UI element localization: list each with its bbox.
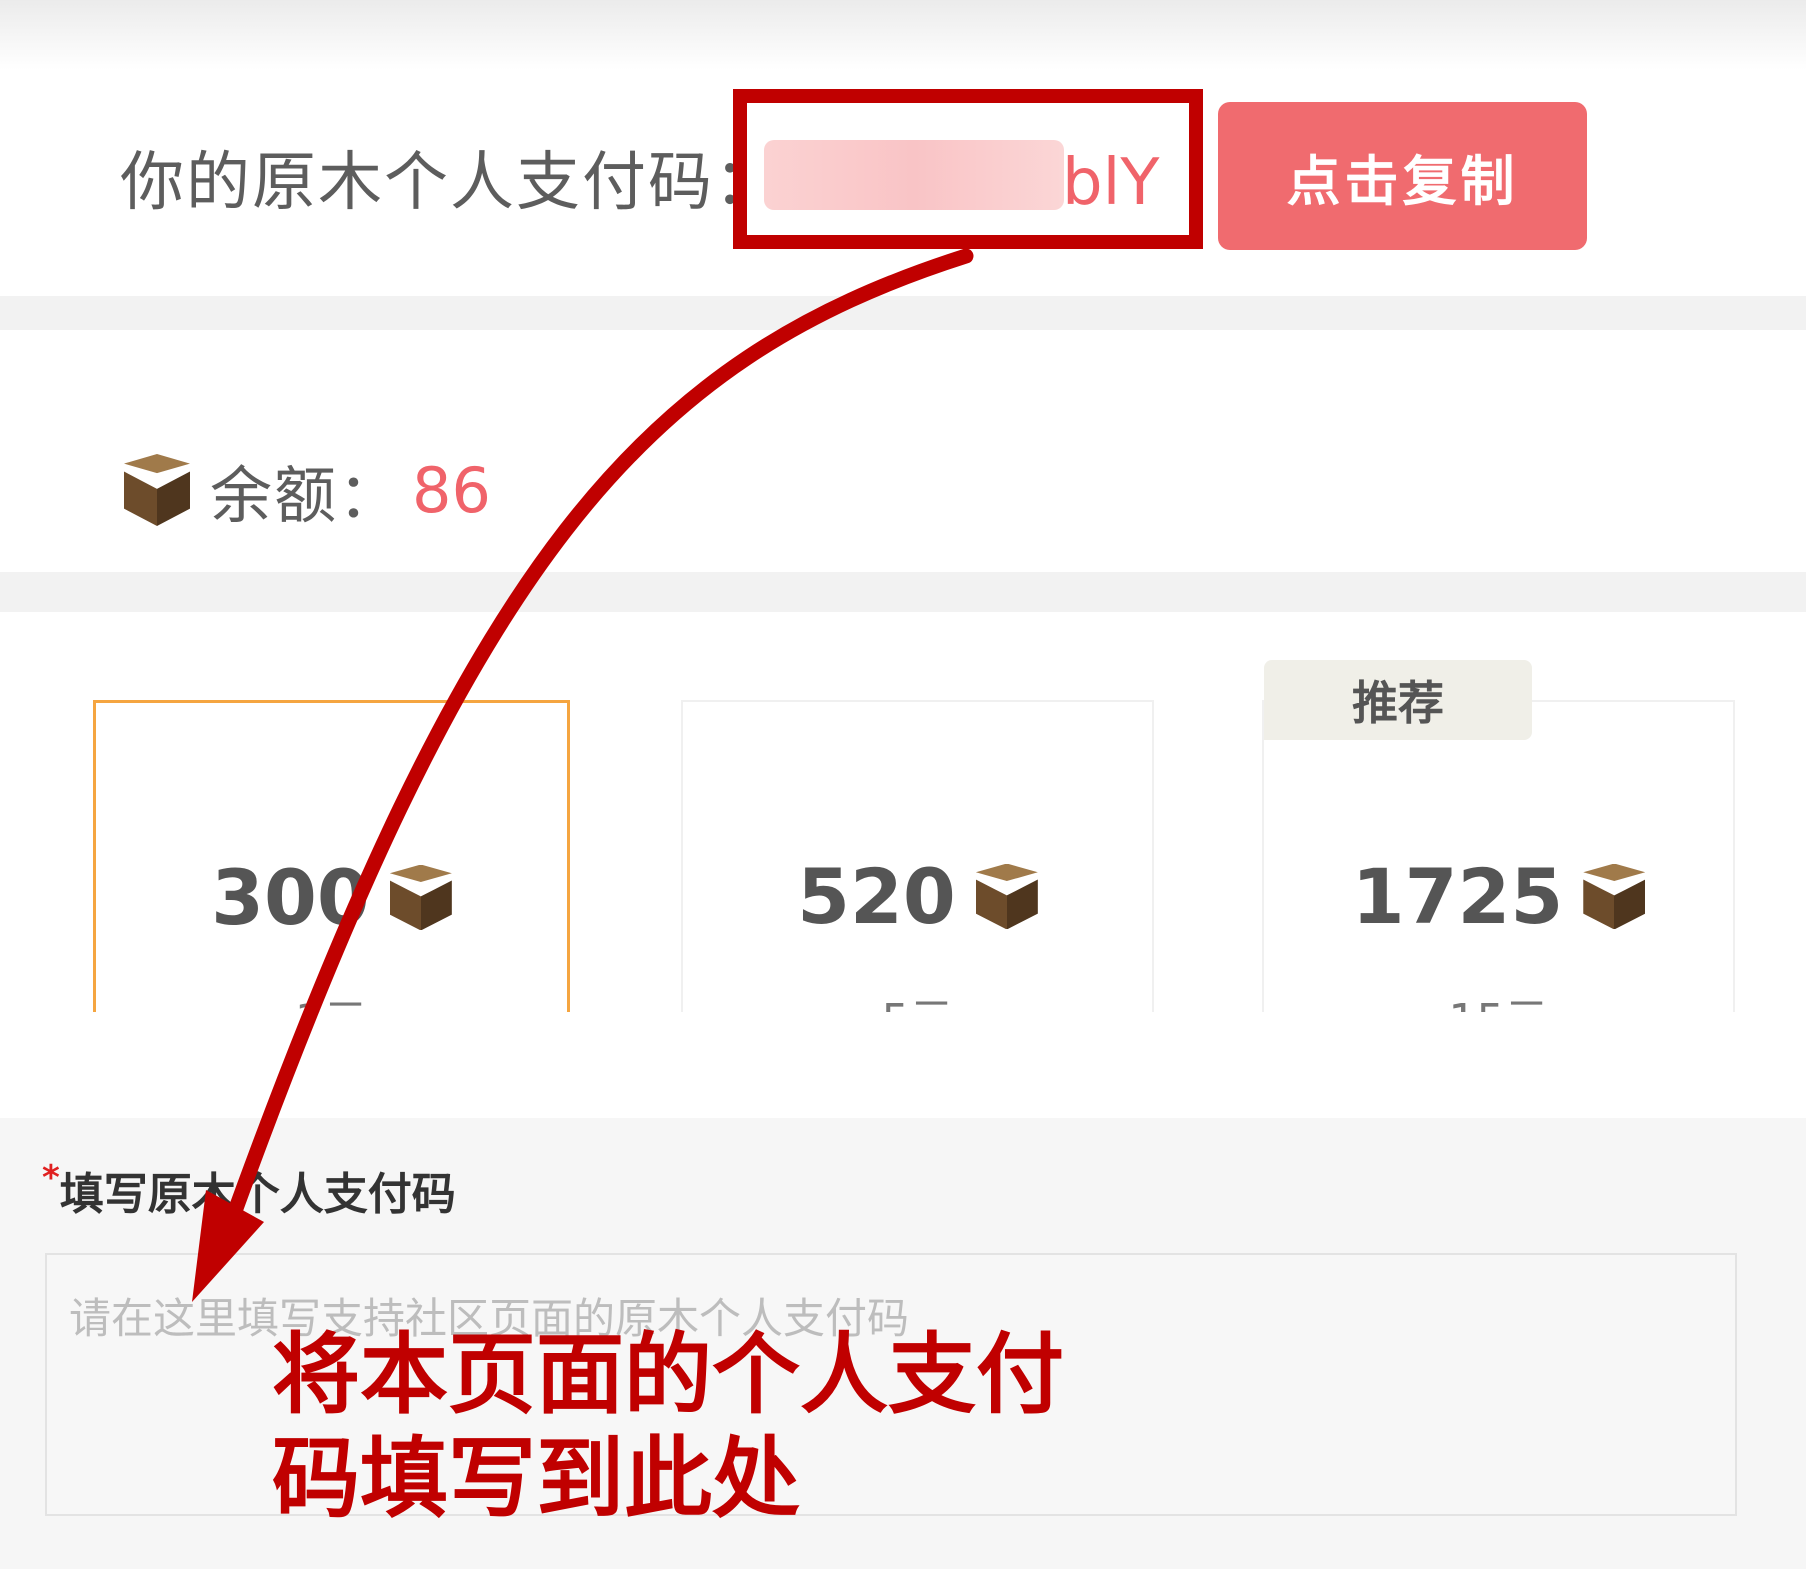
wood-block-icon	[1583, 863, 1646, 930]
package-price: 15元	[1264, 984, 1733, 1012]
pay-code-redacted	[764, 140, 1064, 210]
section-divider	[0, 296, 1806, 330]
package-amount: 1725	[1351, 852, 1564, 941]
copy-button[interactable]: 点击复制	[1218, 102, 1587, 250]
balance-row: 余额： 86	[124, 440, 491, 540]
balance-value: 86	[412, 453, 491, 527]
recommended-badge: 推荐	[1264, 660, 1532, 740]
annotation-text: 将本页面的个人支付 码填写到此处	[272, 1323, 1065, 1530]
wood-block-icon	[975, 863, 1038, 930]
package-price: 5元	[683, 984, 1152, 1012]
top-shadow	[0, 0, 1806, 70]
wood-block-icon	[124, 454, 190, 526]
pay-code-label: 你的原木个人支付码：	[120, 146, 780, 220]
package-card-1725[interactable]: 1725 15元	[1262, 700, 1735, 1012]
package-amount: 520	[797, 852, 956, 941]
pay-code-field-label: *填写原木个人支付码	[42, 1158, 456, 1220]
balance-label: 余额：	[210, 459, 403, 532]
package-price: 3元	[96, 985, 567, 1012]
pay-code-value: blY	[1062, 146, 1160, 220]
package-card-520[interactable]: 520 5元	[681, 700, 1154, 1012]
package-amount: 300	[211, 853, 370, 942]
section-divider	[0, 572, 1806, 612]
package-card-300[interactable]: 300 3元	[93, 700, 570, 1012]
required-mark: *	[42, 1158, 60, 1198]
wood-block-icon	[389, 864, 452, 931]
